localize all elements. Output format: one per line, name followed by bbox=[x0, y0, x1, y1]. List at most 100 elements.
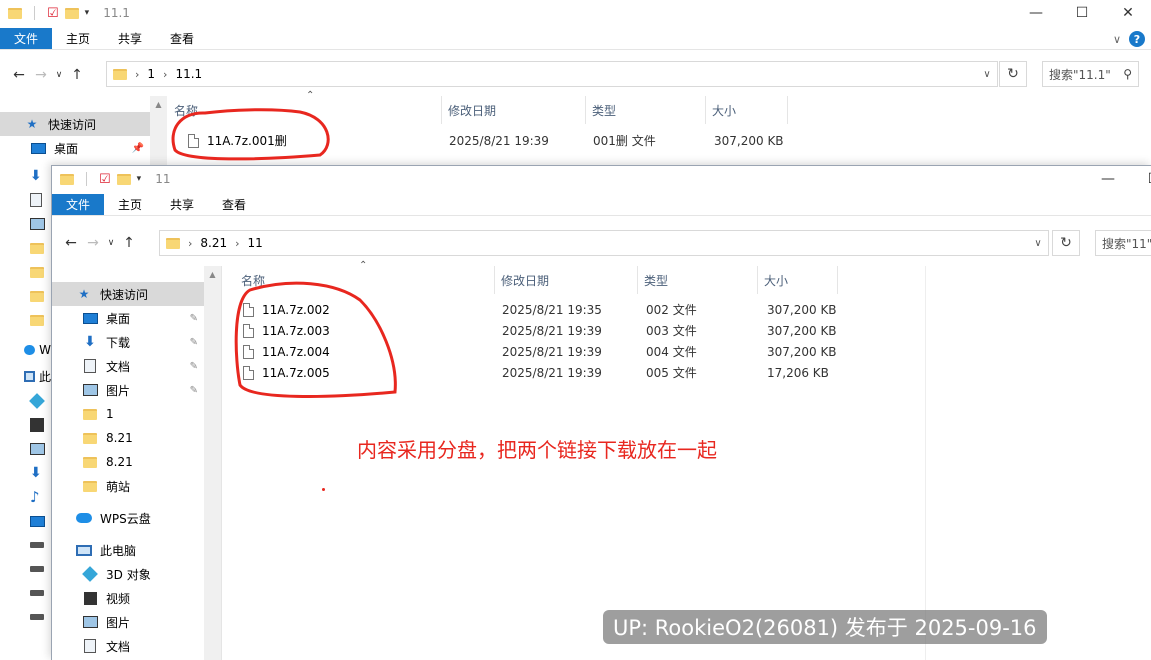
nav-item-desktop[interactable]: 桌面 📌 bbox=[0, 136, 150, 160]
tab-file[interactable]: 文件 bbox=[0, 28, 53, 49]
minimize-button[interactable]: — bbox=[1085, 166, 1131, 192]
forward-button[interactable]: → bbox=[82, 235, 104, 251]
nav-item-pictures[interactable]: 图片 ✎ bbox=[52, 378, 204, 402]
pin-icon: ✎ bbox=[189, 360, 198, 372]
title-bar: ☑ ▾ 11.1 — ☐ ✕ bbox=[0, 0, 1151, 26]
nav-quick-access[interactable]: ★ 快速访问 bbox=[52, 282, 204, 306]
nav-item-folder-1[interactable]: 1 bbox=[52, 402, 204, 426]
nav-quick-access[interactable]: ★ 快速访问 bbox=[0, 112, 150, 136]
new-folder-icon[interactable] bbox=[116, 173, 131, 185]
recent-locations-icon[interactable]: ∨ bbox=[52, 70, 66, 80]
properties-icon[interactable]: ☑ bbox=[47, 6, 59, 21]
address-bar[interactable]: › 1 › 11.1 ∨ bbox=[106, 61, 998, 87]
download-icon: ⬇ bbox=[30, 168, 42, 184]
up-button[interactable]: ↑ bbox=[66, 67, 88, 83]
customize-toolbar-icon[interactable]: ▾ bbox=[137, 174, 142, 184]
quick-access-toolbar: ☑ ▾ bbox=[52, 172, 141, 187]
nav-label: 1 bbox=[106, 407, 114, 421]
minimize-button[interactable]: — bbox=[1013, 0, 1059, 26]
file-row[interactable]: 11A.7z.001删 2025/8/21 19:39 001删 文件 307,… bbox=[168, 130, 868, 151]
file-name: 11A.7z.004 bbox=[262, 344, 330, 359]
breadcrumb-item[interactable]: 11.1 bbox=[175, 67, 202, 81]
file-size: 307,200 KB bbox=[767, 302, 837, 317]
expand-ribbon-icon[interactable]: ∨ bbox=[1113, 33, 1121, 46]
file-date: 2025/8/21 19:39 bbox=[502, 323, 602, 338]
nav-item-3d-objects[interactable]: 3D 对象 bbox=[52, 562, 204, 586]
maximize-button[interactable]: ☐ bbox=[1059, 0, 1105, 26]
customize-toolbar-icon[interactable]: ▾ bbox=[85, 8, 90, 18]
nav-label: 此电脑 bbox=[100, 543, 137, 558]
tab-view[interactable]: 查看 bbox=[208, 194, 260, 215]
tab-share[interactable]: 共享 bbox=[156, 194, 208, 215]
desktop-icon bbox=[24, 509, 51, 533]
breadcrumb-item[interactable]: 8.21 bbox=[200, 236, 227, 250]
nav-item-desktop[interactable]: 桌面 ✎ bbox=[52, 306, 204, 330]
column-header-size[interactable]: 大小 bbox=[758, 266, 838, 294]
file-name: 11A.7z.001删 bbox=[207, 134, 287, 148]
refresh-button[interactable]: ↻ bbox=[999, 61, 1027, 87]
tab-share[interactable]: 共享 bbox=[104, 28, 156, 49]
nav-item-pc-documents[interactable]: 文档 bbox=[52, 634, 204, 658]
nav-scrollbar[interactable]: ▲ bbox=[150, 96, 167, 166]
back-button[interactable]: ← bbox=[60, 235, 82, 251]
nav-label: 下载 bbox=[106, 335, 131, 350]
file-row[interactable]: 11A.7z.004 2025/8/21 19:39 004 文件 307,20… bbox=[235, 341, 935, 362]
nav-item-pc-pictures[interactable]: 图片 bbox=[52, 610, 204, 634]
column-header-type[interactable]: 类型 bbox=[586, 96, 706, 124]
forward-button[interactable]: → bbox=[30, 67, 52, 83]
star-icon: ★ bbox=[26, 117, 38, 131]
folder-icon bbox=[83, 456, 97, 468]
column-header-date[interactable]: 修改日期 bbox=[495, 266, 638, 294]
title-bar: ☑ ▾ 11 — ☐ bbox=[52, 166, 1151, 192]
scroll-up-icon[interactable]: ▲ bbox=[150, 96, 167, 113]
address-bar[interactable]: › 8.21 › 11 ∨ bbox=[159, 230, 1049, 256]
nav-this-pc[interactable]: 此电脑 bbox=[52, 538, 204, 562]
file-row[interactable]: 11A.7z.005 2025/8/21 19:39 005 文件 17,206… bbox=[235, 362, 935, 383]
nav-item-folder-821[interactable]: 8.21 bbox=[52, 426, 204, 450]
breadcrumb-item[interactable]: 11 bbox=[248, 236, 263, 250]
column-header-name[interactable]: 名称 ⌃ bbox=[168, 90, 442, 124]
drive-icon bbox=[24, 533, 51, 557]
refresh-button[interactable]: ↻ bbox=[1052, 230, 1080, 256]
annotation-text: 内容采用分盘，把两个链接下载放在一起 bbox=[357, 438, 717, 462]
ribbon-tabs: 文件 主页 共享 查看 bbox=[52, 194, 1151, 216]
back-button[interactable]: ← bbox=[8, 67, 30, 83]
tab-home[interactable]: 主页 bbox=[104, 194, 156, 215]
search-placeholder: 搜索"11.1" bbox=[1049, 67, 1111, 82]
tab-file[interactable]: 文件 bbox=[52, 194, 105, 215]
column-header-type[interactable]: 类型 bbox=[638, 266, 758, 294]
recent-locations-icon[interactable]: ∨ bbox=[104, 238, 118, 248]
pin-icon: ✎ bbox=[189, 312, 198, 324]
up-button[interactable]: ↑ bbox=[118, 235, 140, 251]
close-button[interactable]: ✕ bbox=[1105, 0, 1151, 26]
properties-icon[interactable]: ☑ bbox=[99, 172, 111, 187]
nav-label: 图片 bbox=[106, 383, 131, 398]
scroll-up-icon[interactable]: ▲ bbox=[204, 266, 221, 283]
column-header-size[interactable]: 大小 bbox=[706, 96, 788, 124]
file-row[interactable]: 11A.7z.002 2025/8/21 19:35 002 文件 307,20… bbox=[235, 299, 935, 320]
new-folder-icon[interactable] bbox=[64, 7, 79, 19]
help-icon[interactable]: ? bbox=[1129, 31, 1145, 47]
column-header-name[interactable]: 名称 ⌃ bbox=[235, 260, 495, 294]
file-row[interactable]: 11A.7z.003 2025/8/21 19:39 003 文件 307,20… bbox=[235, 320, 935, 341]
nav-label: 快速访问 bbox=[100, 287, 149, 302]
nav-item-documents[interactable]: 文档 ✎ bbox=[52, 354, 204, 378]
nav-item-downloads[interactable]: ⬇ 下载 ✎ bbox=[52, 330, 204, 354]
maximize-button[interactable]: ☐ bbox=[1131, 166, 1151, 192]
breadcrumb-item[interactable]: 1 bbox=[147, 67, 155, 81]
nav-wps-cloud[interactable]: WPS云盘 bbox=[52, 506, 204, 530]
folder-icon bbox=[30, 284, 50, 308]
column-header-date[interactable]: 修改日期 bbox=[442, 96, 586, 124]
tab-home[interactable]: 主页 bbox=[52, 28, 104, 49]
nav-item-videos[interactable]: 视频 bbox=[52, 586, 204, 610]
tab-view[interactable]: 查看 bbox=[156, 28, 208, 49]
nav-item-folder-mengzhan[interactable]: 萌站 bbox=[52, 474, 204, 498]
window-title: 11.1 bbox=[103, 6, 130, 20]
address-dropdown-icon[interactable]: ∨ bbox=[977, 62, 997, 86]
file-date: 2025/8/21 19:39 bbox=[449, 133, 549, 148]
nav-item-folder-821b[interactable]: 8.21 bbox=[52, 450, 204, 474]
nav-scrollbar[interactable]: ▲ bbox=[204, 266, 221, 660]
search-input[interactable]: 搜索"11" bbox=[1095, 230, 1151, 256]
address-dropdown-icon[interactable]: ∨ bbox=[1028, 231, 1048, 255]
search-input[interactable]: 搜索"11.1" ⚲ bbox=[1042, 61, 1139, 87]
